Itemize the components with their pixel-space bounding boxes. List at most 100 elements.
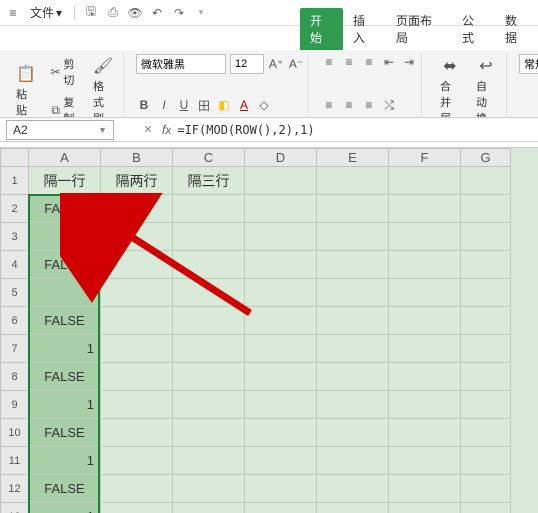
column-header-F[interactable]: F	[389, 149, 461, 167]
clear-format-icon[interactable]: ◇	[256, 97, 272, 113]
cell-D7[interactable]	[245, 335, 317, 363]
select-all-corner[interactable]	[1, 149, 29, 167]
row-header-3[interactable]: 3	[1, 223, 29, 251]
cell-B2[interactable]	[101, 195, 173, 223]
merge-center-button[interactable]: ⬌ 合并居中	[434, 54, 466, 118]
cell-E9[interactable]	[317, 391, 389, 419]
column-header-C[interactable]: C	[173, 149, 245, 167]
cell-B13[interactable]	[101, 503, 173, 513]
font-size-combo[interactable]	[230, 54, 264, 74]
row-header-2[interactable]: 2	[1, 195, 29, 223]
shrink-font-icon[interactable]: A⁻	[288, 56, 304, 72]
cell-F10[interactable]	[389, 419, 461, 447]
redo-icon[interactable]: ↷	[171, 5, 187, 21]
fill-color-button[interactable]: ◧	[216, 97, 232, 113]
row-header-10[interactable]: 10	[1, 419, 29, 447]
cell-C9[interactable]	[173, 391, 245, 419]
cell-E3[interactable]	[317, 223, 389, 251]
cell-E6[interactable]	[317, 307, 389, 335]
align-top-center-icon[interactable]: ≡	[341, 54, 357, 70]
cell-D10[interactable]	[245, 419, 317, 447]
print-icon[interactable]: ⎙	[105, 5, 121, 21]
cell-B5[interactable]	[101, 279, 173, 307]
spreadsheet-grid[interactable]: ABCDEFG 1隔一行隔两行隔三行2FALSE314FALSE516FALSE…	[0, 148, 538, 513]
cell-B1[interactable]: 隔两行	[101, 167, 173, 195]
align-bottom-right-icon[interactable]: ≡	[361, 97, 377, 113]
cell-C8[interactable]	[173, 363, 245, 391]
cell-G3[interactable]	[461, 223, 511, 251]
row-header-13[interactable]: 13	[1, 503, 29, 513]
cell-E10[interactable]	[317, 419, 389, 447]
row-header-1[interactable]: 1	[1, 167, 29, 195]
cell-B12[interactable]	[101, 475, 173, 503]
column-header-E[interactable]: E	[317, 149, 389, 167]
cell-D13[interactable]	[245, 503, 317, 513]
cell-A3[interactable]: 1	[29, 223, 101, 251]
cell-B9[interactable]	[101, 391, 173, 419]
cell-G8[interactable]	[461, 363, 511, 391]
paste-button[interactable]: 📋 粘贴	[10, 62, 42, 118]
cell-D11[interactable]	[245, 447, 317, 475]
copy-button[interactable]: ⧉复制	[46, 92, 83, 118]
fx-icon[interactable]: fx	[162, 123, 171, 137]
row-header-8[interactable]: 8	[1, 363, 29, 391]
cell-E12[interactable]	[317, 475, 389, 503]
align-top-left-icon[interactable]: ≡	[321, 54, 337, 70]
cell-C5[interactable]	[173, 279, 245, 307]
file-menu[interactable]: 文件 ▾	[26, 2, 66, 23]
cell-F4[interactable]	[389, 251, 461, 279]
row-header-4[interactable]: 4	[1, 251, 29, 279]
cell-D12[interactable]	[245, 475, 317, 503]
cell-C2[interactable]	[173, 195, 245, 223]
cell-E7[interactable]	[317, 335, 389, 363]
cell-D9[interactable]	[245, 391, 317, 419]
cell-A2[interactable]: FALSE	[29, 195, 101, 223]
align-top-right-icon[interactable]: ≡	[361, 54, 377, 70]
cell-D6[interactable]	[245, 307, 317, 335]
cell-F12[interactable]	[389, 475, 461, 503]
font-color-button[interactable]: A	[236, 97, 252, 113]
cell-E13[interactable]	[317, 503, 389, 513]
cell-G2[interactable]	[461, 195, 511, 223]
cell-B11[interactable]	[101, 447, 173, 475]
border-button[interactable]: 田	[196, 97, 212, 113]
cell-G4[interactable]	[461, 251, 511, 279]
cell-B3[interactable]	[101, 223, 173, 251]
tab-page-layout[interactable]: 页面布局	[386, 8, 452, 50]
cell-F9[interactable]	[389, 391, 461, 419]
cell-E2[interactable]	[317, 195, 389, 223]
cell-F11[interactable]	[389, 447, 461, 475]
row-header-5[interactable]: 5	[1, 279, 29, 307]
cell-A11[interactable]: 1	[29, 447, 101, 475]
cell-F7[interactable]	[389, 335, 461, 363]
cell-F2[interactable]	[389, 195, 461, 223]
cell-C7[interactable]	[173, 335, 245, 363]
tab-start[interactable]: 开始	[300, 8, 343, 50]
cell-C12[interactable]	[173, 475, 245, 503]
number-format-combo[interactable]: 常规	[519, 54, 538, 74]
cell-F13[interactable]	[389, 503, 461, 513]
orientation-icon[interactable]: ⤭	[381, 97, 397, 113]
cell-G13[interactable]	[461, 503, 511, 513]
cell-A10[interactable]: FALSE	[29, 419, 101, 447]
cell-G7[interactable]	[461, 335, 511, 363]
indent-increase-icon[interactable]: ⇥	[401, 54, 417, 70]
cell-F3[interactable]	[389, 223, 461, 251]
tab-formula[interactable]: 公式	[452, 8, 495, 50]
cell-D4[interactable]	[245, 251, 317, 279]
tab-data[interactable]: 数据	[495, 8, 538, 50]
indent-decrease-icon[interactable]: ⇤	[381, 54, 397, 70]
cell-B7[interactable]	[101, 335, 173, 363]
column-header-B[interactable]: B	[101, 149, 173, 167]
cell-C13[interactable]	[173, 503, 245, 513]
cell-E11[interactable]	[317, 447, 389, 475]
cell-A1[interactable]: 隔一行	[29, 167, 101, 195]
cell-F1[interactable]	[389, 167, 461, 195]
cut-button[interactable]: ✂剪切	[46, 54, 83, 90]
cell-D3[interactable]	[245, 223, 317, 251]
cell-C1[interactable]: 隔三行	[173, 167, 245, 195]
formula-input[interactable]	[171, 120, 538, 140]
cell-G9[interactable]	[461, 391, 511, 419]
save-icon[interactable]: 🖫	[83, 5, 99, 21]
format-painter-button[interactable]: 🖌 格式刷	[87, 54, 119, 118]
